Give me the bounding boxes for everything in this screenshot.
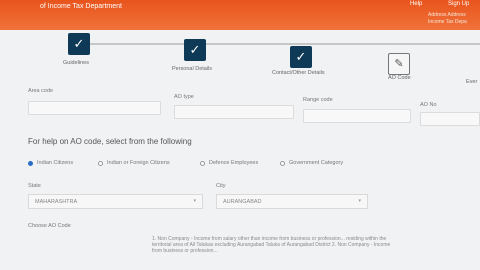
ao-no-input[interactable] — [420, 112, 480, 126]
stepper-track — [78, 43, 480, 45]
city-value: AURANGABAD — [223, 199, 262, 205]
radio-unchecked-icon — [200, 160, 205, 166]
step-contact-check-icon[interactable]: ✓ — [290, 46, 312, 68]
radio-government-category[interactable]: Government Category — [280, 160, 343, 166]
chevron-down-icon: ▾ — [358, 198, 361, 204]
area-code-label: Area code — [28, 88, 54, 94]
city-label: City — [216, 183, 226, 189]
radio-foreign-citizens[interactable]: Indian or Foreign Citizens — [98, 160, 170, 166]
top-header-bar: of Income Tax Department Help Sign Up Ad… — [0, 0, 480, 30]
state-label: State — [28, 183, 41, 189]
radio-label: Indian Citizens — [37, 160, 74, 166]
step-ao-edit-icon[interactable]: ✎ — [388, 53, 410, 75]
step-personal-check-icon[interactable]: ✓ — [184, 39, 206, 61]
ao-no-label: AO No — [420, 102, 437, 108]
range-code-input[interactable] — [303, 109, 411, 123]
step-guidelines-check-icon[interactable]: ✓ — [68, 33, 90, 55]
help-link[interactable]: Help — [410, 1, 422, 7]
radio-indian-citizens[interactable]: Indian Citizens — [28, 160, 73, 166]
radio-label: Government Category — [289, 160, 344, 166]
radio-unchecked-icon — [280, 160, 285, 166]
header-right-text-1: Address Address — [428, 12, 466, 18]
radio-unchecked-icon — [98, 160, 103, 166]
area-code-input[interactable] — [28, 101, 161, 115]
radio-label: Indian or Foreign Citizens — [107, 160, 170, 166]
ao-type-input[interactable] — [174, 105, 294, 119]
step-label-ao: AO Code — [388, 75, 411, 81]
step-label-next: Ever — [466, 79, 478, 85]
radio-checked-icon — [28, 160, 33, 166]
state-value: MAHARASHTRA — [35, 199, 78, 205]
step-label-personal: Personal Details — [172, 66, 213, 72]
ao-type-label: AO type — [174, 94, 194, 100]
site-brand: of Income Tax Department — [40, 3, 122, 10]
ao-help-heading: For help on AO code, select from the fol… — [28, 137, 192, 146]
step-label-guidelines: Guidelines — [63, 60, 89, 66]
choose-ao-label: Choose AO Code — [28, 223, 71, 229]
radio-defence-employees[interactable]: Defence Employees — [200, 160, 258, 166]
chevron-down-icon: ▾ — [193, 198, 196, 204]
state-select[interactable]: MAHARASHTRA ▾ — [28, 194, 203, 209]
step-label-contact: Contact/Other Details — [272, 70, 325, 76]
city-select[interactable]: AURANGABAD ▾ — [216, 194, 368, 209]
radio-label: Defence Employees — [209, 160, 259, 166]
signup-link[interactable]: Sign Up — [448, 1, 469, 7]
range-code-label: Range code — [303, 97, 333, 103]
ao-code-description[interactable]: 1. Non Company - Income from salary othe… — [152, 236, 400, 254]
header-right-text-2: Income Tax Depa — [428, 19, 467, 25]
